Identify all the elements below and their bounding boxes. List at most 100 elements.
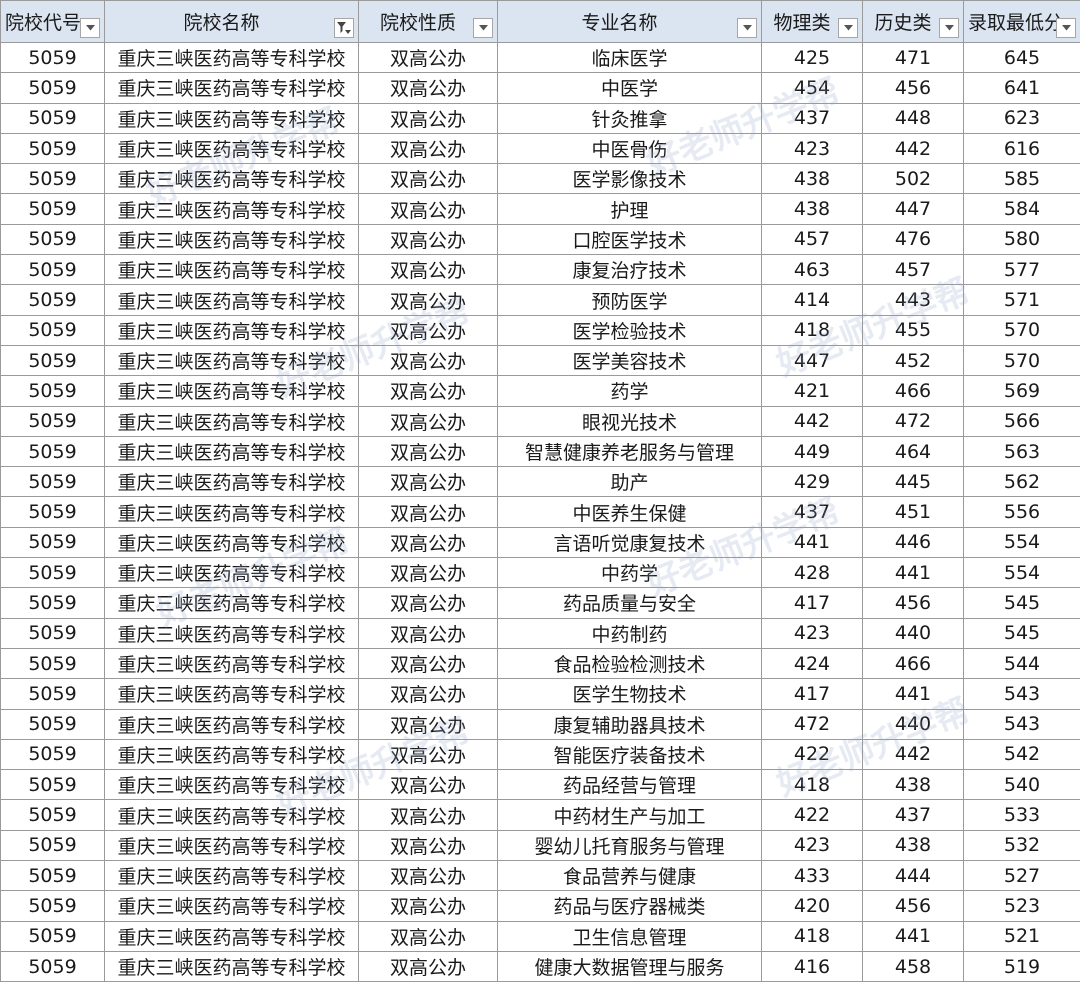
cell-school-type[interactable]: 双高公办 bbox=[358, 769, 498, 801]
cell-school-type[interactable]: 双高公办 bbox=[358, 708, 498, 740]
filter-dropdown-button[interactable] bbox=[838, 18, 858, 38]
cell-history[interactable]: 457 bbox=[862, 254, 964, 286]
cell-major-name[interactable]: 中药材生产与加工 bbox=[497, 799, 762, 831]
filter-active-button[interactable] bbox=[334, 18, 354, 38]
cell-min-score[interactable]: 554 bbox=[963, 526, 1080, 559]
cell-school-type[interactable]: 双高公办 bbox=[358, 799, 498, 831]
cell-major-name[interactable]: 口腔医学技术 bbox=[497, 223, 762, 256]
cell-school-type[interactable]: 双高公办 bbox=[358, 344, 498, 377]
cell-school-code[interactable]: 5059 bbox=[0, 647, 105, 680]
cell-school-code[interactable]: 5059 bbox=[0, 132, 105, 165]
filter-dropdown-button[interactable] bbox=[473, 18, 493, 38]
cell-history[interactable]: 448 bbox=[862, 102, 964, 134]
cell-school-type[interactable]: 双高公办 bbox=[358, 102, 498, 134]
cell-school-type[interactable]: 双高公办 bbox=[358, 950, 498, 983]
cell-major-name[interactable]: 婴幼儿托育服务与管理 bbox=[497, 829, 762, 862]
cell-school-name[interactable]: 重庆三峡医药高等专科学校 bbox=[104, 344, 359, 377]
cell-major-name[interactable]: 药品经营与管理 bbox=[497, 769, 762, 801]
cell-min-score[interactable]: 532 bbox=[963, 829, 1080, 862]
cell-physics[interactable]: 425 bbox=[761, 41, 863, 74]
cell-school-type[interactable]: 双高公办 bbox=[358, 132, 498, 165]
cell-min-score[interactable]: 533 bbox=[963, 799, 1080, 831]
cell-physics[interactable]: 433 bbox=[761, 860, 863, 892]
cell-school-type[interactable]: 双高公办 bbox=[358, 405, 498, 437]
cell-physics[interactable]: 441 bbox=[761, 526, 863, 559]
cell-min-score[interactable]: 577 bbox=[963, 254, 1080, 286]
cell-history[interactable]: 464 bbox=[862, 435, 964, 468]
cell-school-type[interactable]: 双高公办 bbox=[358, 193, 498, 225]
cell-physics[interactable]: 416 bbox=[761, 950, 863, 983]
cell-min-score[interactable]: 545 bbox=[963, 617, 1080, 649]
cell-history[interactable]: 441 bbox=[862, 678, 964, 710]
cell-major-name[interactable]: 言语听觉康复技术 bbox=[497, 526, 762, 559]
cell-min-score[interactable]: 542 bbox=[963, 738, 1080, 771]
cell-physics[interactable]: 424 bbox=[761, 647, 863, 680]
cell-school-name[interactable]: 重庆三峡医药高等专科学校 bbox=[104, 860, 359, 892]
cell-school-name[interactable]: 重庆三峡医药高等专科学校 bbox=[104, 890, 359, 922]
cell-history[interactable]: 455 bbox=[862, 314, 964, 346]
cell-min-score[interactable]: 543 bbox=[963, 708, 1080, 740]
cell-school-code[interactable]: 5059 bbox=[0, 860, 105, 892]
cell-school-name[interactable]: 重庆三峡医药高等专科学校 bbox=[104, 314, 359, 346]
cell-history[interactable]: 471 bbox=[862, 41, 964, 74]
cell-min-score[interactable]: 519 bbox=[963, 950, 1080, 983]
cell-school-type[interactable]: 双高公办 bbox=[358, 526, 498, 559]
cell-school-code[interactable]: 5059 bbox=[0, 950, 105, 983]
cell-major-name[interactable]: 中药制药 bbox=[497, 617, 762, 649]
cell-school-name[interactable]: 重庆三峡医药高等专科学校 bbox=[104, 920, 359, 952]
cell-physics[interactable]: 463 bbox=[761, 254, 863, 286]
cell-history[interactable]: 443 bbox=[862, 284, 964, 316]
cell-school-code[interactable]: 5059 bbox=[0, 41, 105, 74]
cell-school-type[interactable]: 双高公办 bbox=[358, 72, 498, 104]
cell-major-name[interactable]: 医学检验技术 bbox=[497, 314, 762, 346]
cell-school-name[interactable]: 重庆三峡医药高等专科学校 bbox=[104, 102, 359, 134]
cell-major-name[interactable]: 中医养生保健 bbox=[497, 496, 762, 528]
cell-physics[interactable]: 437 bbox=[761, 496, 863, 528]
cell-history[interactable]: 441 bbox=[862, 920, 964, 952]
cell-school-type[interactable]: 双高公办 bbox=[358, 314, 498, 346]
cell-history[interactable]: 466 bbox=[862, 375, 964, 407]
cell-major-name[interactable]: 食品检验检测技术 bbox=[497, 647, 762, 680]
cell-school-code[interactable]: 5059 bbox=[0, 375, 105, 407]
cell-school-code[interactable]: 5059 bbox=[0, 708, 105, 740]
cell-min-score[interactable]: 527 bbox=[963, 860, 1080, 892]
cell-major-name[interactable]: 卫生信息管理 bbox=[497, 920, 762, 952]
cell-min-score[interactable]: 584 bbox=[963, 193, 1080, 225]
cell-school-code[interactable]: 5059 bbox=[0, 102, 105, 134]
cell-school-name[interactable]: 重庆三峡医药高等专科学校 bbox=[104, 132, 359, 165]
cell-school-type[interactable]: 双高公办 bbox=[358, 647, 498, 680]
cell-school-name[interactable]: 重庆三峡医药高等专科学校 bbox=[104, 254, 359, 286]
cell-history[interactable]: 441 bbox=[862, 557, 964, 589]
cell-physics[interactable]: 422 bbox=[761, 738, 863, 771]
cell-history[interactable]: 466 bbox=[862, 647, 964, 680]
cell-school-code[interactable]: 5059 bbox=[0, 435, 105, 468]
cell-major-name[interactable]: 健康大数据管理与服务 bbox=[497, 950, 762, 983]
cell-min-score[interactable]: 556 bbox=[963, 496, 1080, 528]
cell-school-code[interactable]: 5059 bbox=[0, 405, 105, 437]
cell-history[interactable]: 502 bbox=[862, 163, 964, 195]
cell-school-code[interactable]: 5059 bbox=[0, 920, 105, 952]
cell-school-name[interactable]: 重庆三峡医药高等专科学校 bbox=[104, 284, 359, 316]
cell-major-name[interactable]: 助产 bbox=[497, 466, 762, 498]
cell-school-name[interactable]: 重庆三峡医药高等专科学校 bbox=[104, 829, 359, 862]
cell-min-score[interactable]: 540 bbox=[963, 769, 1080, 801]
cell-physics[interactable]: 442 bbox=[761, 405, 863, 437]
cell-school-code[interactable]: 5059 bbox=[0, 587, 105, 619]
cell-school-code[interactable]: 5059 bbox=[0, 284, 105, 316]
cell-physics[interactable]: 423 bbox=[761, 132, 863, 165]
cell-school-type[interactable]: 双高公办 bbox=[358, 41, 498, 74]
cell-history[interactable]: 456 bbox=[862, 72, 964, 104]
cell-school-code[interactable]: 5059 bbox=[0, 223, 105, 256]
cell-major-name[interactable]: 中医学 bbox=[497, 72, 762, 104]
cell-school-type[interactable]: 双高公办 bbox=[358, 466, 498, 498]
cell-school-code[interactable]: 5059 bbox=[0, 678, 105, 710]
cell-school-name[interactable]: 重庆三峡医药高等专科学校 bbox=[104, 223, 359, 256]
cell-school-name[interactable]: 重庆三峡医药高等专科学校 bbox=[104, 950, 359, 983]
cell-min-score[interactable]: 616 bbox=[963, 132, 1080, 165]
cell-major-name[interactable]: 药品质量与安全 bbox=[497, 587, 762, 619]
cell-school-name[interactable]: 重庆三峡医药高等专科学校 bbox=[104, 163, 359, 195]
cell-major-name[interactable]: 中药学 bbox=[497, 557, 762, 589]
cell-min-score[interactable]: 563 bbox=[963, 435, 1080, 468]
cell-school-name[interactable]: 重庆三峡医药高等专科学校 bbox=[104, 466, 359, 498]
cell-physics[interactable]: 422 bbox=[761, 799, 863, 831]
